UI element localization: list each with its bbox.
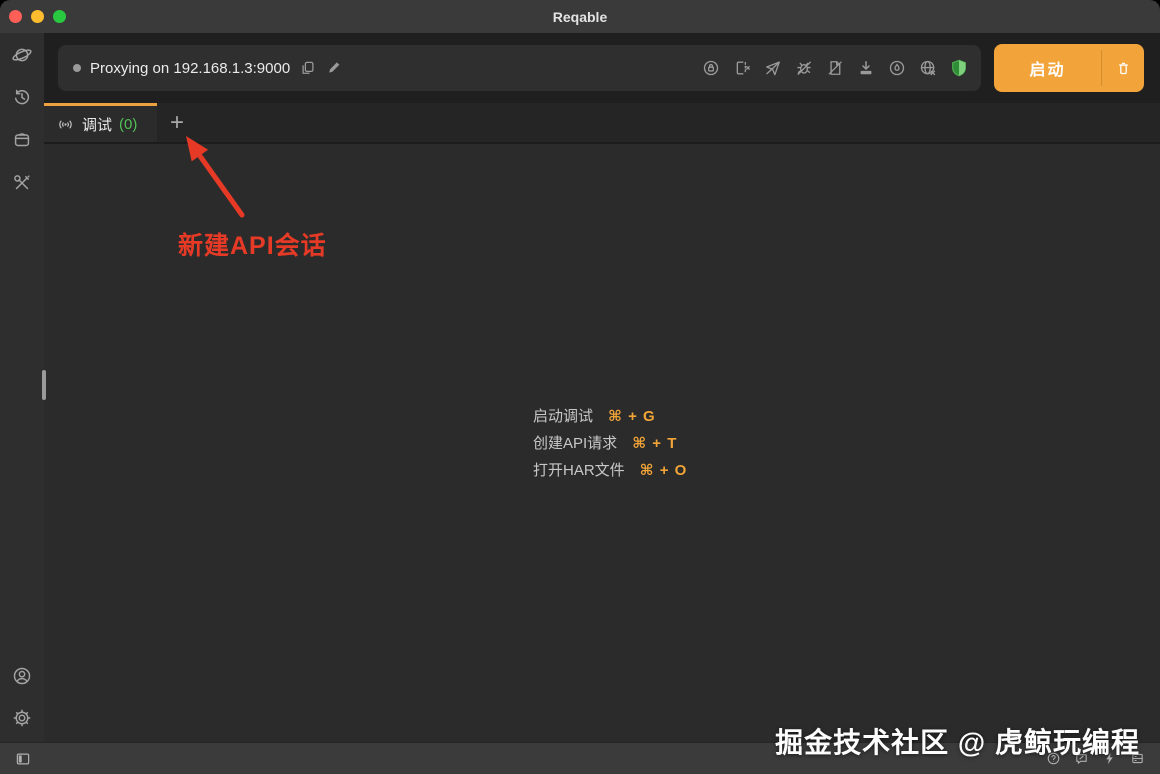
proxy-status-field[interactable]: Proxying on 192.168.1.3:9000 (58, 45, 981, 91)
device-disconnect-icon[interactable] (732, 58, 752, 78)
annotation-label: 新建API会话 (178, 232, 327, 260)
certificate-lock-icon[interactable] (701, 58, 721, 78)
title-bar: Reqable (0, 0, 1160, 33)
watermark-text: 掘金技术社区 @ 虎鲸玩编程 (775, 727, 1140, 758)
shortcut-keys: ⌘ + T (632, 434, 678, 452)
start-button-label[interactable]: 启动 (994, 44, 1101, 92)
shortcut-label: 创建API请求 (533, 435, 618, 452)
sidebar-drag-handle[interactable] (42, 370, 46, 400)
sidebar-toggle-icon[interactable] (14, 750, 32, 768)
toolbar-action-icons (701, 58, 969, 78)
tab-debug[interactable]: 调试 (0) (44, 103, 157, 142)
phone-icon (1118, 62, 1128, 74)
bug-off-icon[interactable] (794, 58, 814, 78)
shortcut-hints: 启动调试 ⌘ + G 创建API请求 ⌘ + T 打开HAR文件 ⌘ + O (533, 402, 687, 483)
proxy-status-dot (73, 64, 81, 72)
tab-debug-label: 调试 (82, 116, 113, 134)
shortcut-label: 打开HAR文件 (533, 462, 625, 479)
tab-debug-count: (0) (119, 115, 138, 133)
account-icon[interactable] (11, 665, 33, 687)
shortcut-row: 创建API请求 ⌘ + T (533, 429, 687, 456)
collection-icon[interactable] (11, 129, 33, 151)
paper-plane-off-icon[interactable] (763, 58, 783, 78)
add-tab-button[interactable]: + (157, 103, 197, 142)
start-device-segment[interactable] (1102, 44, 1144, 92)
settings-gear-icon[interactable] (11, 707, 33, 729)
shortcut-label: 启动调试 (533, 408, 594, 425)
start-button[interactable]: 启动 (994, 44, 1144, 92)
planet-icon[interactable] (11, 44, 33, 66)
history-icon[interactable] (11, 86, 33, 108)
drop-circle-icon[interactable] (887, 58, 907, 78)
ssl-shield-icon[interactable] (949, 58, 969, 78)
shortcut-keys: ⌘ + O (639, 461, 688, 479)
toolbar: Proxying on 192.168.1.3:9000 启动 (44, 33, 1160, 103)
tab-bar: 调试 (0) + (44, 103, 1160, 144)
proxy-status-text: Proxying on 192.168.1.3:9000 (90, 59, 291, 77)
broadcast-icon (59, 120, 72, 128)
tools-icon[interactable] (11, 172, 33, 194)
shortcut-row: 打开HAR文件 ⌘ + O (533, 456, 687, 483)
download-icon[interactable] (856, 58, 876, 78)
shortcut-row: 启动调试 ⌘ + G (533, 402, 687, 429)
edit-pencil-icon[interactable] (326, 59, 344, 77)
main-area: Proxying on 192.168.1.3:9000 启动 调试 (0) +… (44, 33, 1160, 742)
script-off-icon[interactable] (825, 58, 845, 78)
reqable-window: Reqable Proxying on 192.168.1.3:9000 启动 … (0, 0, 1160, 774)
window-title: Reqable (552, 8, 608, 25)
copy-icon[interactable] (299, 59, 317, 77)
network-off-icon[interactable] (918, 58, 938, 78)
shortcut-keys: ⌘ + G (608, 407, 656, 425)
left-sidebar (0, 33, 44, 742)
